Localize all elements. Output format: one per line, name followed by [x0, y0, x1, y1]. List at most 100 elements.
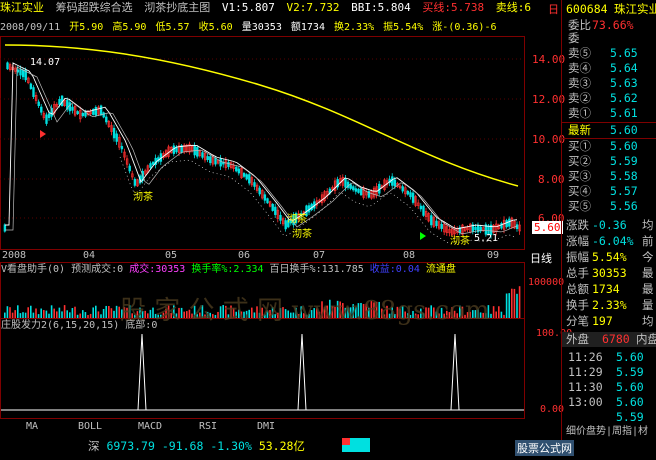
candle-body — [32, 87, 35, 97]
bottom-spike — [450, 333, 460, 411]
volume-bar — [30, 305, 32, 318]
index-value: 6973.79 — [106, 439, 155, 453]
candle-body — [227, 161, 230, 167]
candle-body — [266, 198, 269, 204]
latest-value: 5.60 — [610, 123, 638, 137]
tick-row: 11:30 5.60 — [562, 380, 656, 395]
volume-bar — [89, 313, 92, 318]
quote-bottom-tabs[interactable]: 细价盘势|周指|材 — [562, 424, 656, 439]
candle-body — [94, 106, 98, 116]
sell-order-price: 5.65 — [610, 46, 638, 60]
candle-body — [237, 168, 241, 174]
date-label: 09 — [487, 250, 500, 261]
sell-order-label: 卖① — [568, 106, 591, 120]
candle-body — [45, 114, 48, 124]
candle-body — [47, 113, 51, 118]
candle-body — [21, 70, 25, 78]
volume-bar — [503, 314, 505, 318]
stat-label: 涨幅 — [566, 234, 589, 248]
buy-order-label: 买② — [568, 154, 591, 168]
buy-order-price: 5.58 — [610, 169, 638, 183]
volume-bar — [95, 305, 97, 318]
volume-bar — [511, 288, 513, 318]
period-label[interactable]: 日线 — [530, 250, 552, 266]
volume-bar — [14, 310, 16, 318]
tick-row: 11:26 5.60 — [562, 350, 656, 365]
volume-bar — [513, 288, 516, 318]
signal-markers — [40, 130, 426, 240]
candle-body — [235, 166, 238, 172]
indicator-panel-subtitle: 底部:0 — [125, 320, 158, 331]
volume-item: 换手率%:2.334 — [191, 264, 264, 275]
buy-order-label: 买③ — [568, 169, 591, 183]
stat-extra: 均 — [642, 314, 654, 328]
candle-body — [505, 220, 508, 228]
tick-price: 5.59 — [616, 365, 644, 379]
sell-order-price: 5.63 — [610, 76, 638, 90]
volume-bar — [76, 314, 79, 318]
tick-row: 13:00 5.60 — [562, 395, 656, 410]
volume-bar — [84, 312, 87, 318]
candle-body — [263, 194, 267, 201]
volume-bar — [516, 293, 518, 318]
buy-order: 买② 5.59 — [562, 154, 656, 169]
candle-body — [406, 190, 410, 195]
candle-body — [393, 179, 397, 187]
candle-body — [219, 158, 222, 167]
stat-label: 总手 — [566, 266, 589, 280]
candle-body — [354, 188, 358, 192]
volume-bar — [100, 314, 102, 318]
tab-dmi[interactable]: DMI — [246, 420, 286, 433]
volume-panel-title[interactable]: V看盘助手(0) — [1, 264, 65, 275]
candle-body — [515, 224, 519, 229]
volume-bar — [505, 293, 508, 318]
candle-body — [68, 102, 72, 112]
volume-bar — [48, 313, 50, 318]
buy-order: 买④ 5.57 — [562, 184, 656, 199]
stat-extra: 最 — [642, 282, 654, 296]
tab-macd[interactable]: MACD — [130, 420, 170, 433]
candle-body — [435, 220, 438, 227]
buy-arrow — [40, 130, 46, 138]
volume-bar — [4, 312, 6, 318]
candle-body — [209, 156, 212, 164]
buy-order-price: 5.56 — [610, 199, 638, 213]
volume-bar — [115, 305, 118, 318]
indicator-panel-title[interactable]: 庄股发力2(6,15,20,15) — [1, 320, 119, 331]
tick-price: 5.60 — [616, 380, 644, 394]
tab-ma[interactable]: MA — [12, 420, 52, 433]
quote-header: 600684 珠江实业 — [562, 2, 656, 17]
candle-body — [196, 147, 199, 157]
short-moving-average — [5, 62, 518, 230]
tick-time: 11:30 — [568, 380, 603, 394]
candle-body — [248, 174, 251, 184]
indicator-panel-frame — [0, 318, 525, 419]
stat-value: 197 — [592, 314, 613, 328]
index-summary[interactable]: 深 6973.79 -91.68 -1.30% 53.28亿 — [88, 438, 305, 454]
watermark: 股 家 公 式 网 www.88gs.com — [120, 296, 490, 326]
quote-bottom-label: 细价盘势|周指|材 — [566, 426, 649, 437]
sell-order-price: 5.61 — [610, 106, 638, 120]
volume-bar — [53, 308, 55, 318]
candle-body — [120, 146, 124, 150]
candle-body — [258, 187, 261, 195]
kline-chart[interactable] — [0, 0, 560, 420]
candle-body — [214, 157, 217, 165]
stat-row: 分笔 197 均 — [562, 314, 656, 329]
outer-value: 6780 — [602, 332, 630, 346]
candle-body — [206, 156, 209, 161]
date-label: 06 — [238, 250, 251, 261]
site-label: 股票公式网 — [515, 440, 574, 456]
candle-body — [274, 206, 277, 215]
sell-order: 卖① 5.61 — [562, 106, 656, 121]
candle-body — [242, 173, 246, 177]
tab-rsi[interactable]: RSI — [188, 420, 228, 433]
mid-moving-average — [5, 66, 518, 234]
volume-bar — [495, 311, 497, 318]
tab-boll[interactable]: BOLL — [70, 420, 110, 433]
stat-value: 2.33% — [592, 298, 627, 312]
candle-body — [440, 223, 443, 229]
candle-body — [19, 69, 22, 76]
signal-label: 沏茶 — [287, 214, 307, 225]
latest-label: 最新 — [568, 123, 591, 137]
